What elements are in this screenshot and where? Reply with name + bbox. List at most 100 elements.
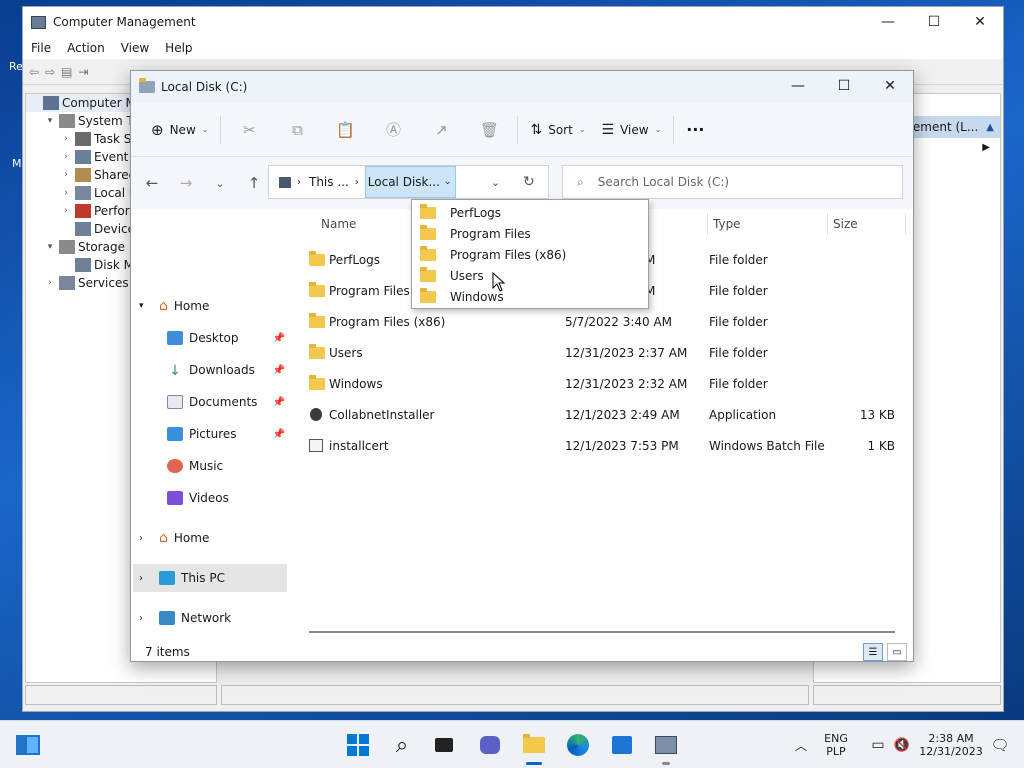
cm-menubar: File Action View Help bbox=[23, 37, 1003, 59]
nav-pictures[interactable]: Pictures 📌 bbox=[133, 420, 287, 448]
menu-view[interactable]: View bbox=[121, 41, 149, 55]
chevron-right-icon[interactable]: › bbox=[139, 533, 155, 544]
share-icon[interactable]: ↗ bbox=[417, 121, 465, 139]
search-icon[interactable]: ⌕ bbox=[386, 729, 418, 761]
notifications-icon[interactable]: 🗨 bbox=[984, 729, 1016, 761]
rename-icon[interactable]: Ⓐ bbox=[369, 119, 417, 140]
menu-help[interactable]: Help bbox=[165, 41, 192, 55]
task-view-icon[interactable] bbox=[428, 729, 460, 761]
dropdown-folder-item[interactable]: Windows bbox=[412, 286, 648, 307]
nav-downloads[interactable]: ↓ Downloads 📌 bbox=[133, 356, 287, 384]
collapse-up-icon[interactable]: ▲ bbox=[986, 122, 994, 133]
file-explorer-taskbar-icon[interactable] bbox=[518, 729, 550, 765]
minimize-button[interactable]: — bbox=[775, 71, 821, 101]
chevron-down-icon[interactable]: ▾ bbox=[139, 301, 155, 311]
column-header-name[interactable]: Name bbox=[321, 213, 356, 235]
nav-videos[interactable]: Videos bbox=[133, 484, 287, 512]
input-language-indicator[interactable]: ENG PLP bbox=[818, 721, 854, 768]
store-icon[interactable] bbox=[606, 729, 638, 761]
table-row[interactable]: Windows 12/31/2023 2:32 AM File folder bbox=[305, 370, 905, 398]
dropdown-folder-item[interactable]: PerfLogs bbox=[412, 202, 648, 223]
maximize-button[interactable]: ☐ bbox=[911, 7, 957, 37]
expand-toggle-icon[interactable]: › bbox=[44, 278, 56, 288]
widgets-icon[interactable] bbox=[12, 729, 44, 761]
expand-toggle-icon[interactable]: › bbox=[60, 134, 72, 144]
console-tree-icon[interactable]: ▤ bbox=[61, 65, 72, 79]
paste-icon[interactable]: 📋 bbox=[321, 121, 369, 139]
forward-arrow-icon[interactable]: → bbox=[169, 174, 203, 192]
pin-icon[interactable]: 📌 bbox=[273, 365, 285, 376]
nav-this-pc[interactable]: › This PC bbox=[133, 564, 287, 592]
chat-icon[interactable] bbox=[474, 729, 506, 761]
breadcrumb-this-pc[interactable]: This ... bbox=[309, 175, 349, 189]
start-windows-icon[interactable] bbox=[342, 729, 374, 761]
details-view-icon[interactable]: ☰ bbox=[863, 643, 883, 661]
dropdown-folder-item[interactable]: Program Files (x86) bbox=[412, 244, 648, 265]
table-row[interactable]: Users 12/31/2023 2:37 AM File folder bbox=[305, 339, 905, 367]
expand-toggle-icon[interactable]: ▾ bbox=[44, 242, 56, 252]
desktop-icon-label[interactable]: M bbox=[12, 157, 22, 170]
dropdown-folder-item[interactable]: Program Files bbox=[412, 223, 648, 244]
up-arrow-icon[interactable]: ↑ bbox=[237, 174, 271, 192]
large-icons-view-icon[interactable]: ▭ bbox=[887, 643, 907, 661]
address-bar[interactable]: › This ... › Local Disk... ⌄ ⌄ ↻ bbox=[268, 165, 549, 199]
table-row[interactable]: installcert 12/1/2023 7:53 PM Windows Batc… bbox=[305, 432, 905, 460]
computer-management-taskbar-icon[interactable] bbox=[650, 729, 682, 765]
show-hidden-icons-chevron-icon[interactable]: ︿ bbox=[785, 729, 817, 761]
horizontal-scrollbar[interactable] bbox=[309, 631, 895, 633]
nav-desktop[interactable]: Desktop 📌 bbox=[133, 324, 287, 352]
expand-toggle-icon[interactable]: ▾ bbox=[44, 116, 56, 126]
file-size: 1 KB bbox=[867, 439, 895, 453]
pin-icon[interactable]: 📌 bbox=[273, 429, 285, 440]
column-header-size[interactable]: Size bbox=[833, 213, 858, 235]
more-options-button[interactable]: ··· bbox=[678, 114, 712, 146]
chevron-right-icon[interactable]: › bbox=[139, 613, 155, 624]
pin-icon[interactable]: 📌 bbox=[273, 397, 285, 408]
table-row[interactable]: Program Files (x86) 5/7/2022 3:40 AM File … bbox=[305, 308, 905, 336]
dropdown-folder-item[interactable]: Users bbox=[412, 265, 648, 286]
expand-toggle-icon[interactable]: › bbox=[60, 170, 72, 180]
breadcrumb-local-disk[interactable]: Local Disk... ⌄ bbox=[364, 166, 457, 198]
sort-button[interactable]: ⇅ Sort ⌄ bbox=[522, 114, 593, 146]
table-row[interactable]: CollabnetInstaller 12/1/2023 2:49 AM Appli… bbox=[305, 401, 905, 429]
chevron-right-icon[interactable]: › bbox=[139, 573, 155, 584]
search-box[interactable]: ⌕ Search Local Disk (C:) bbox=[562, 165, 903, 199]
copy-icon[interactable]: ⧉ bbox=[273, 121, 321, 139]
new-button[interactable]: ⊕ New ⌄ bbox=[143, 114, 216, 146]
view-button[interactable]: ☰ View ⌄ bbox=[594, 114, 670, 146]
address-history-chevron-icon[interactable]: ⌄ bbox=[491, 176, 500, 189]
nav-home-collapsed[interactable]: › ⌂ Home bbox=[133, 524, 287, 552]
cm-titlebar[interactable]: Computer Management — ☐ ✕ bbox=[23, 7, 1003, 37]
expand-toggle-icon[interactable]: › bbox=[60, 188, 72, 198]
navigation-pane: ▾ ⌂ Home Desktop 📌 ↓ Downloads 📌 Documen… bbox=[131, 209, 291, 641]
file-name: Program Files bbox=[329, 284, 410, 298]
column-header-type[interactable]: Type bbox=[713, 213, 741, 235]
expand-toggle-icon[interactable]: › bbox=[60, 206, 72, 216]
explorer-title: Local Disk (C:) bbox=[161, 80, 248, 94]
export-icon[interactable]: ⇥ bbox=[78, 65, 88, 79]
nav-documents[interactable]: Documents 📌 bbox=[133, 388, 287, 416]
close-button[interactable]: ✕ bbox=[867, 71, 913, 101]
explorer-titlebar[interactable]: Local Disk (C:) — ☐ ✕ bbox=[131, 71, 913, 103]
refresh-icon[interactable]: ↻ bbox=[523, 174, 535, 190]
forward-arrow-icon[interactable]: ⇨ bbox=[45, 65, 55, 79]
maximize-button[interactable]: ☐ bbox=[821, 71, 867, 101]
nav-music[interactable]: Music bbox=[133, 452, 287, 480]
desktop-icon-label[interactable]: Re bbox=[9, 60, 23, 73]
nav-home-expanded[interactable]: ▾ ⌂ Home bbox=[133, 292, 287, 320]
edge-browser-icon[interactable] bbox=[562, 729, 594, 761]
breadcrumb-dropdown-chevron-icon[interactable]: ⌄ bbox=[442, 177, 454, 187]
close-button[interactable]: ✕ bbox=[957, 7, 1003, 37]
pin-icon[interactable]: 📌 bbox=[273, 333, 285, 344]
expand-toggle-icon[interactable]: › bbox=[60, 152, 72, 162]
clock[interactable]: 2:38 AM 12/31/2023 bbox=[914, 721, 988, 768]
menu-action[interactable]: Action bbox=[67, 41, 105, 55]
minimize-button[interactable]: — bbox=[865, 7, 911, 37]
delete-icon[interactable]: 🗑 bbox=[465, 121, 513, 139]
cut-icon[interactable]: ✂ bbox=[225, 121, 273, 139]
recent-locations-chevron-icon[interactable]: ⌄ bbox=[203, 177, 237, 190]
back-arrow-icon[interactable]: ⇦ bbox=[29, 65, 39, 79]
back-arrow-icon[interactable]: ← bbox=[135, 174, 169, 192]
menu-file[interactable]: File bbox=[31, 41, 51, 55]
nav-network[interactable]: › Network bbox=[133, 604, 287, 632]
